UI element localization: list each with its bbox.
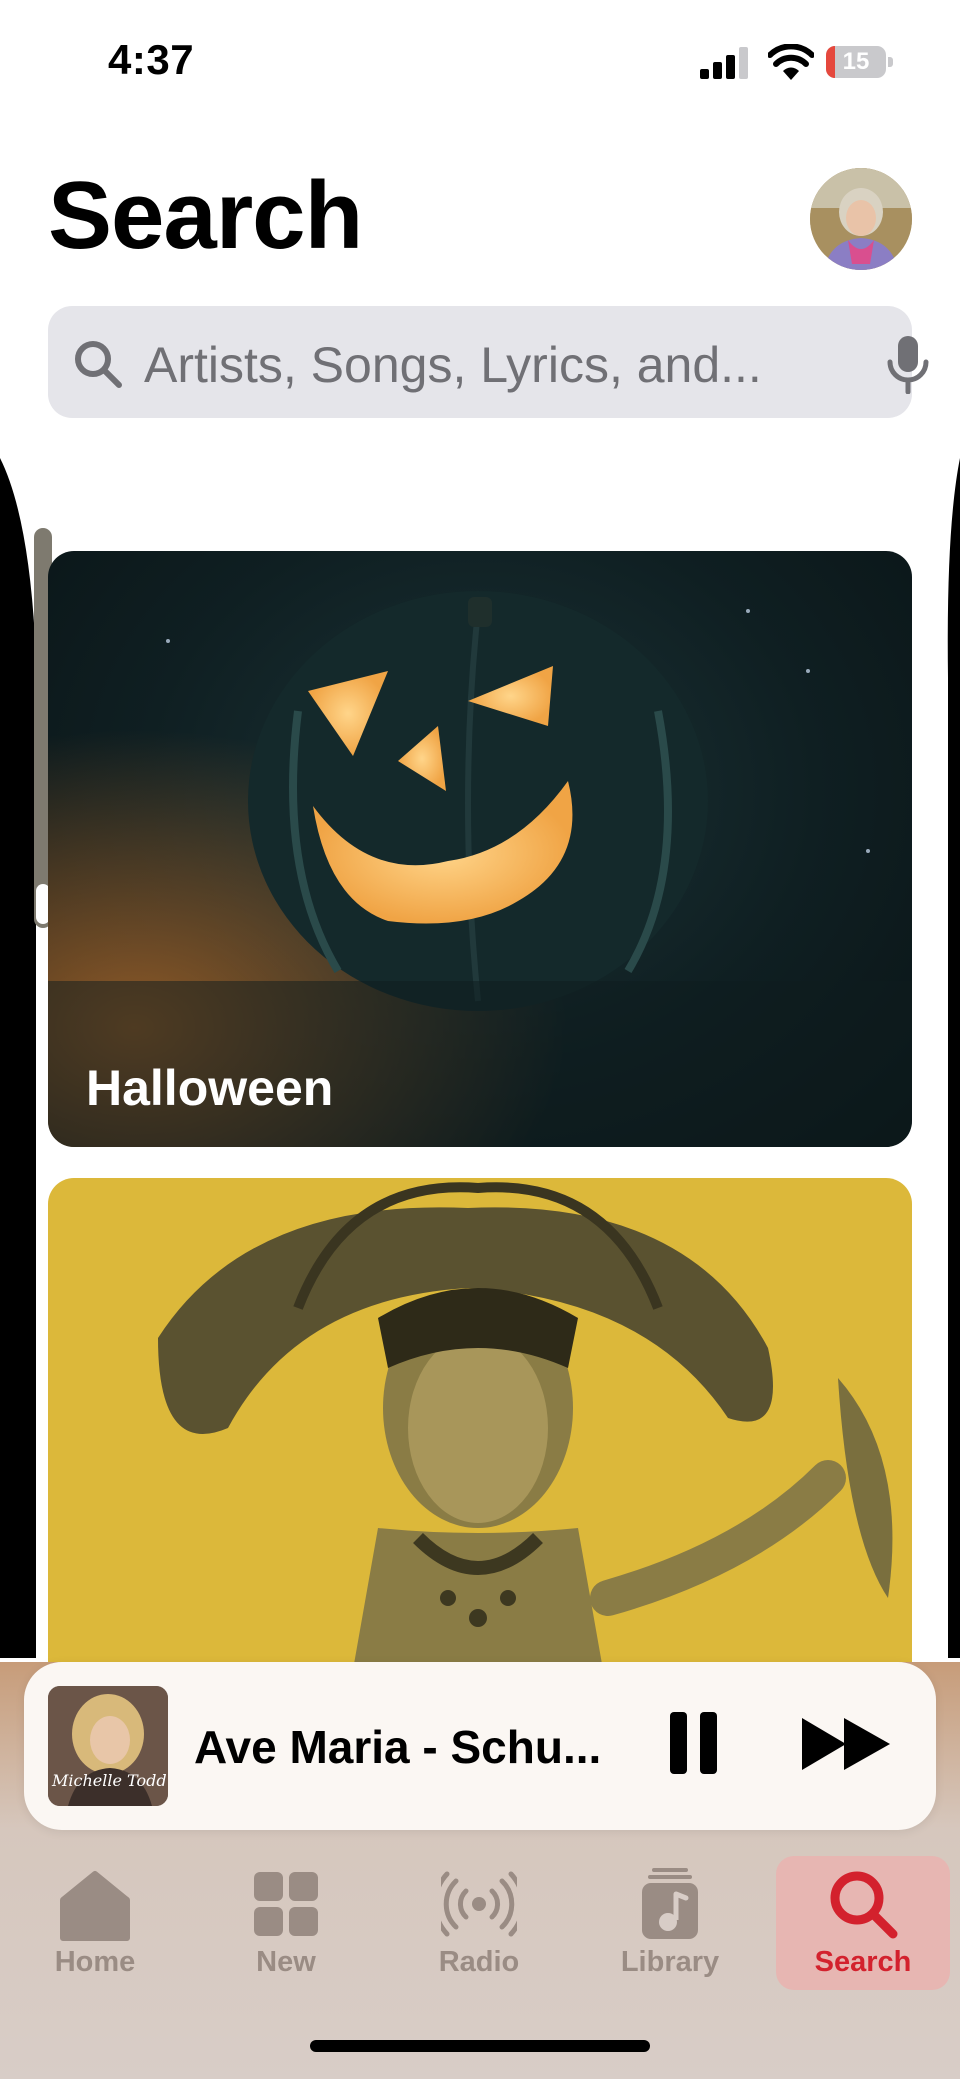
wifi-icon <box>768 44 814 80</box>
cellular-signal-icon <box>700 47 748 79</box>
category-title: Halloween <box>86 1060 334 1116</box>
album-artwork: Michelle Todd <box>48 1686 168 1806</box>
grid-icon <box>254 1872 318 1936</box>
tab-library[interactable]: Library <box>583 1856 757 1990</box>
tab-radio[interactable]: Radio <box>392 1856 566 1990</box>
pumpkin-image <box>48 551 912 1147</box>
status-bar: 4:37 15 <box>0 0 960 120</box>
avatar[interactable] <box>810 168 912 270</box>
magnifier-icon <box>830 1871 898 1939</box>
page-title: Search <box>48 162 363 269</box>
track-title[interactable]: Ave Maria - Schu... <box>194 1720 601 1774</box>
house-icon <box>60 1871 130 1941</box>
tab-label: New <box>256 1946 316 1978</box>
artwork-text: Michelle Todd <box>52 1771 167 1790</box>
showgirl-image <box>158 1182 893 1698</box>
pause-icon <box>670 1712 687 1774</box>
search-icon <box>75 341 122 388</box>
tab-new[interactable]: New <box>199 1856 373 1990</box>
status-time: 4:37 <box>108 36 195 83</box>
battery-icon: 15 <box>826 46 896 80</box>
search-placeholder: Artists, Songs, Lyrics, and... <box>144 337 762 393</box>
music-note-stack-icon <box>642 1868 698 1939</box>
tab-search[interactable]: Search <box>776 1856 950 1990</box>
radio-waves-icon <box>441 1871 517 1937</box>
pause-button[interactable] <box>664 1708 722 1778</box>
screen-edge-right <box>947 458 960 1658</box>
search-input[interactable]: Artists, Songs, Lyrics, and... <box>48 306 929 418</box>
battery-level: 15 <box>842 48 870 75</box>
microphone-icon[interactable] <box>886 336 930 394</box>
tab-label: Search <box>814 1946 912 1978</box>
category-card-halloween[interactable]: Halloween <box>48 551 912 1147</box>
tab-label: Home <box>54 1946 136 1978</box>
mini-player[interactable]: Michelle Todd Ave Maria - Schu... <box>24 1662 936 1830</box>
skip-forward-button[interactable] <box>800 1714 892 1774</box>
tab-label: Radio <box>438 1946 520 1978</box>
home-indicator[interactable] <box>310 2040 650 2052</box>
tab-home[interactable]: Home <box>8 1856 182 1990</box>
profile-photo-icon <box>810 168 912 270</box>
tab-label: Library <box>620 1946 720 1978</box>
category-card[interactable] <box>48 1178 912 1698</box>
